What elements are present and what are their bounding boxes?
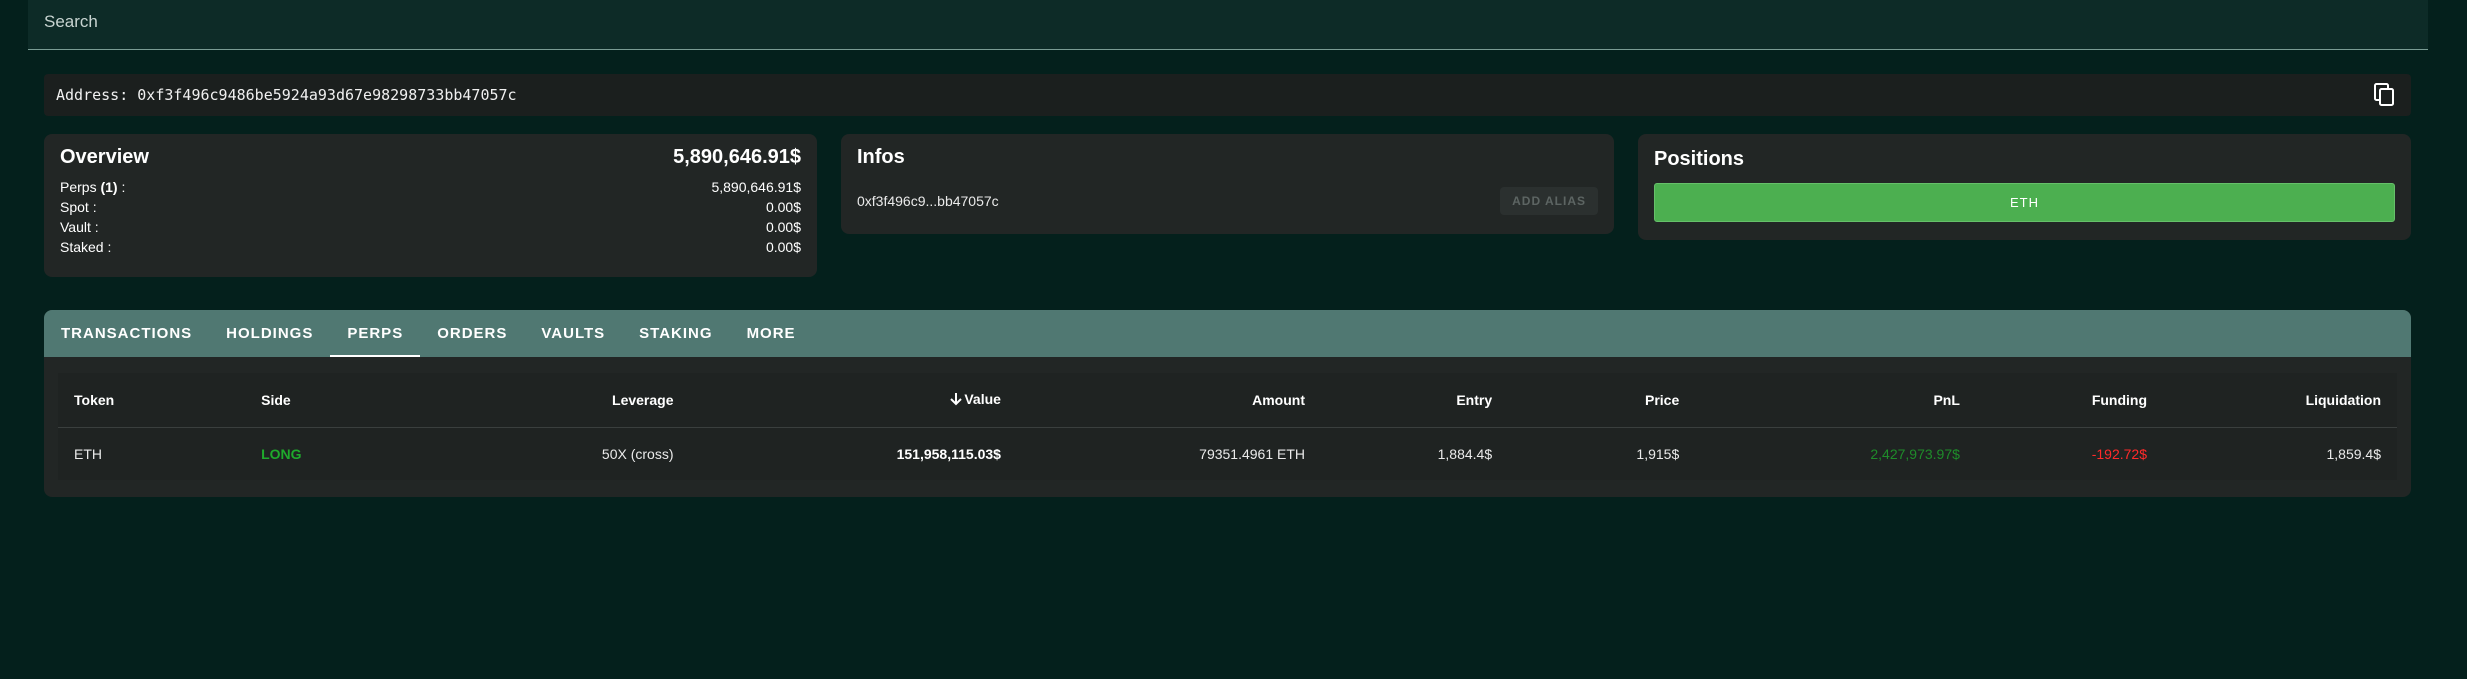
header-entry[interactable]: Entry [1321,373,1509,428]
table-row[interactable]: ETH LONG 50X (cross) 151,958,115.03$ 793… [58,428,2397,481]
address-text: Address: 0xf3f496c9486be5924a93d67e98298… [56,86,517,104]
perps-value: 5,890,646.91$ [711,179,801,195]
overview-row-staked: Staked : 0.00$ [60,237,801,257]
header-amount[interactable]: Amount [1016,373,1322,428]
overview-total: 5,890,646.91$ [673,146,801,168]
tab-perps[interactable]: PERPS [330,310,421,357]
cell-liquidation: 1,859.4$ [2326,446,2382,462]
header-liquidation[interactable]: Liquidation [2163,373,2397,428]
tab-vaults[interactable]: VAULTS [524,310,622,357]
header-leverage[interactable]: Leverage [432,373,690,428]
spot-label: Spot : [60,199,97,215]
header-token[interactable]: Token [58,373,246,428]
cell-funding: -192.72$ [2091,446,2148,462]
cell-side: LONG [261,446,302,462]
staked-value: 0.00$ [765,239,801,255]
header-funding[interactable]: Funding [1975,373,2164,428]
infos-short-address: 0xf3f496c9...bb47057c [857,193,999,209]
header-side[interactable]: Side [245,373,433,428]
overview-row-perps: Perps (1) : 5,890,646.91$ [60,177,801,197]
perps-label: Perps (1) : [60,179,126,195]
tab-staking[interactable]: STAKING [622,310,729,357]
overview-card: Overview 5,890,646.91$ Perps (1) : 5,890… [44,134,817,277]
header-value: Value [964,391,1001,408]
infos-title: Infos [857,146,905,168]
table-header-row: Token Side Leverage Value Amount Entry P… [58,373,2397,428]
position-eth-button[interactable]: ETH [1654,183,2395,222]
spot-value: 0.00$ [765,199,801,215]
vault-value: 0.00$ [765,219,801,235]
tab-orders[interactable]: ORDERS [420,310,524,357]
cell-pnl: 2,427,973.97$ [1870,446,1960,462]
overview-row-vault: Vault : 0.00$ [60,217,801,237]
address-bar: Address: 0xf3f496c9486be5924a93d67e98298… [44,74,2411,116]
positions-title: Positions [1654,148,1745,170]
header-value-sort[interactable]: Value [689,373,1017,428]
perps-table-container: Token Side Leverage Value Amount Entry P… [58,373,2397,480]
cell-amount: 79351.4961 ETH [1199,446,1306,462]
tab-more[interactable]: MORE [730,310,813,357]
staked-label: Staked : [60,239,112,255]
tab-bar: TRANSACTIONS HOLDINGS PERPS ORDERS VAULT… [44,310,2411,357]
vault-label: Vault : [60,219,99,235]
cell-price: 1,915$ [1636,446,1680,462]
tab-transactions[interactable]: TRANSACTIONS [44,310,209,357]
search-input[interactable] [28,0,2428,44]
cell-token: ETH [74,446,102,462]
positions-card: Positions ETH [1638,134,2411,240]
copy-icon[interactable] [2371,81,2399,109]
add-alias-button[interactable]: ADD ALIAS [1500,187,1598,215]
arrow-down-icon [950,392,963,409]
perps-count: (1) [100,179,118,195]
cell-value: 151,958,115.03$ [896,446,1001,462]
tab-holdings[interactable]: HOLDINGS [209,310,330,357]
infos-card: Infos 0xf3f496c9...bb47057c ADD ALIAS [841,134,1614,234]
search-bar[interactable] [28,0,2428,50]
header-pnl[interactable]: PnL [1695,373,1976,428]
tabs-panel: TRANSACTIONS HOLDINGS PERPS ORDERS VAULT… [44,310,2411,497]
perps-table: Token Side Leverage Value Amount Entry P… [58,373,2397,480]
overview-row-spot: Spot : 0.00$ [60,197,801,217]
cell-leverage: 50X (cross) [601,446,674,462]
header-price[interactable]: Price [1508,373,1696,428]
overview-title: Overview [60,146,149,168]
cell-entry: 1,884.4$ [1437,446,1493,462]
